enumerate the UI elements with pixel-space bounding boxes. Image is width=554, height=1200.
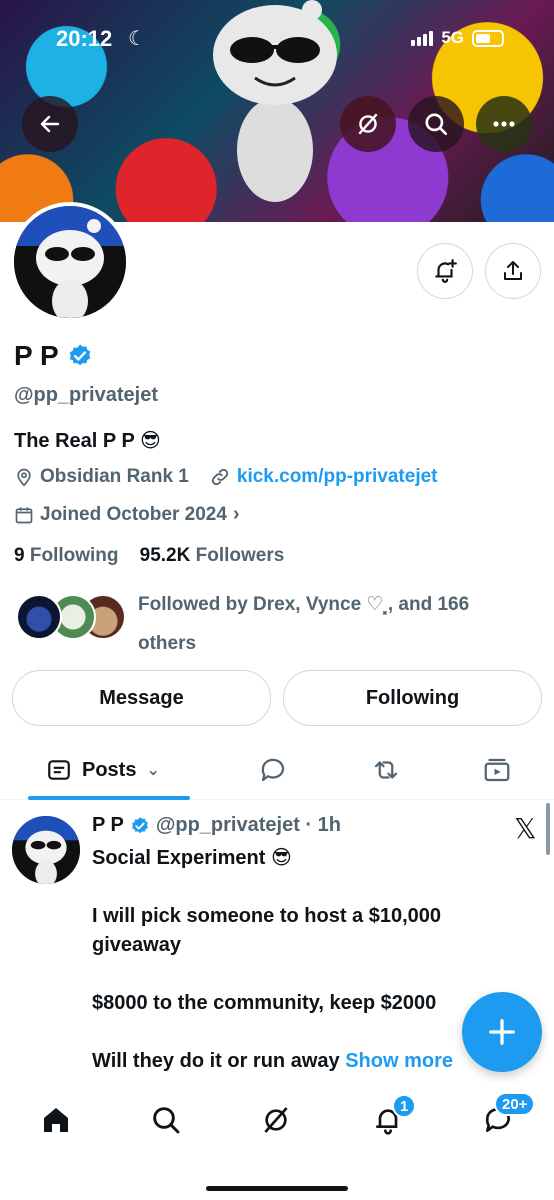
verified-badge-icon (131, 816, 148, 833)
share-icon (504, 261, 522, 280)
nav-notifications[interactable]: 1 (368, 1094, 417, 1140)
followed-by-avatars[interactable] (14, 594, 134, 644)
profile-handle: @pp_privatejet (14, 384, 158, 406)
share-button[interactable] (485, 243, 541, 299)
grok-button[interactable] (340, 96, 396, 152)
profile-joined: Joined October 2024 (40, 503, 227, 525)
tweet-avatar-image (12, 816, 80, 884)
tweet-author-name[interactable]: P P (92, 814, 124, 837)
profile-avatar[interactable] (10, 202, 130, 322)
profile-joined-row[interactable]: Joined October 2024 › (14, 503, 240, 526)
tweet-last-line: Will they do it or run away Show more (92, 1046, 512, 1076)
nav-grok[interactable] (256, 1100, 296, 1140)
grok-icon (358, 113, 378, 135)
following-count: 9 (14, 545, 25, 566)
tweet-author-avatar[interactable] (12, 816, 80, 884)
moon-icon: ☾ (128, 28, 146, 50)
repost-icon (374, 761, 398, 779)
signal-icon (411, 30, 434, 46)
media-icon (484, 758, 510, 782)
followers-link[interactable]: 95.2K Followers (140, 545, 285, 566)
display-name: P P (14, 340, 59, 371)
verified-badge-icon[interactable] (67, 343, 93, 369)
search-button[interactable] (408, 96, 464, 152)
tab-reposts[interactable] (370, 742, 402, 798)
follow-stats: 9 Following 95.2K Followers (14, 545, 284, 567)
tab-media[interactable] (482, 742, 512, 798)
tab-posts[interactable]: Posts ⌄ (46, 742, 160, 798)
messages-badge: 20+ (494, 1092, 536, 1116)
status-bar: 20:12 ☾ 5G (0, 26, 554, 56)
follower-avatar (16, 594, 62, 640)
profile-location: Obsidian Rank 1 (40, 466, 189, 487)
plus-icon (489, 1019, 515, 1045)
battery-icon (472, 29, 504, 47)
reply-bubble-icon (261, 758, 285, 782)
grok-icon (264, 1107, 288, 1133)
nav-messages[interactable]: 20+ (478, 1092, 536, 1140)
followers-stat-label: Followers (195, 545, 285, 566)
following-link[interactable]: 9 Following (14, 545, 119, 566)
profile-name: P P (14, 340, 93, 372)
tab-replies[interactable] (258, 742, 288, 798)
chevron-down-icon: ⌄ (146, 762, 160, 779)
profile-bio: The Real P P 😎 (14, 430, 161, 452)
calendar-icon (15, 507, 33, 523)
tweet-header: P P @pp_privatejet · 1h (92, 814, 341, 837)
tweet-text-line: giveaway (92, 934, 181, 956)
search-icon (425, 113, 448, 136)
location-pin-icon (17, 468, 31, 487)
followed-by-text[interactable]: Followed by Drex, Vynce ♡⸼, and 166 othe… (138, 585, 518, 663)
avatar-mascot-image (14, 206, 126, 318)
tweet-text-line: I will pick someone to host a $10,000 (92, 905, 442, 927)
back-button[interactable] (22, 96, 78, 152)
home-icon (44, 1108, 68, 1132)
scrollbar[interactable] (546, 803, 550, 855)
bell-plus-icon (435, 259, 457, 283)
link-icon (211, 468, 228, 486)
profile-website-link[interactable]: kick.com/pp-privatejet (237, 466, 438, 488)
notifications-badge: 1 (392, 1094, 417, 1118)
message-button[interactable]: Message (12, 670, 271, 726)
status-time: 20:12 (56, 26, 113, 51)
more-icon (493, 121, 515, 127)
more-options-button[interactable] (476, 96, 532, 152)
compose-button[interactable] (462, 992, 542, 1072)
tweet-text-line: Social Experiment 😎 (92, 847, 292, 869)
profile-meta-row: Obsidian Rank 1 kick.com/pp-privatejet (14, 466, 438, 488)
posts-icon (48, 760, 70, 780)
show-more-link[interactable]: Show more (345, 1050, 453, 1072)
nav-search[interactable] (146, 1100, 186, 1140)
followers-count: 95.2K (139, 545, 191, 566)
chevron-right-icon: › (232, 503, 240, 525)
search-icon (153, 1107, 180, 1134)
tab-active-indicator (28, 796, 190, 800)
x-logo-icon[interactable]: 𝕏 (514, 812, 537, 845)
tweet-text-line: $8000 to the community, keep $2000 (92, 992, 437, 1014)
tweet-text-line: Will they do it or run away (92, 1050, 340, 1072)
profile-tabs: Posts ⌄ (0, 742, 554, 800)
network-label: 5G (441, 28, 464, 47)
following-stat-label: Following (29, 545, 119, 566)
arrow-left-icon (40, 115, 60, 133)
bottom-navigation: 1 20+ (0, 1082, 554, 1200)
notify-button[interactable] (417, 243, 473, 299)
nav-home[interactable] (36, 1100, 76, 1140)
tweet-handle-time: @pp_privatejet · 1h (155, 814, 341, 836)
profile-banner[interactable]: 20:12 ☾ 5G (0, 0, 554, 222)
following-button[interactable]: Following (283, 670, 542, 726)
tab-posts-label: Posts (82, 758, 137, 781)
home-indicator[interactable] (206, 1186, 348, 1191)
